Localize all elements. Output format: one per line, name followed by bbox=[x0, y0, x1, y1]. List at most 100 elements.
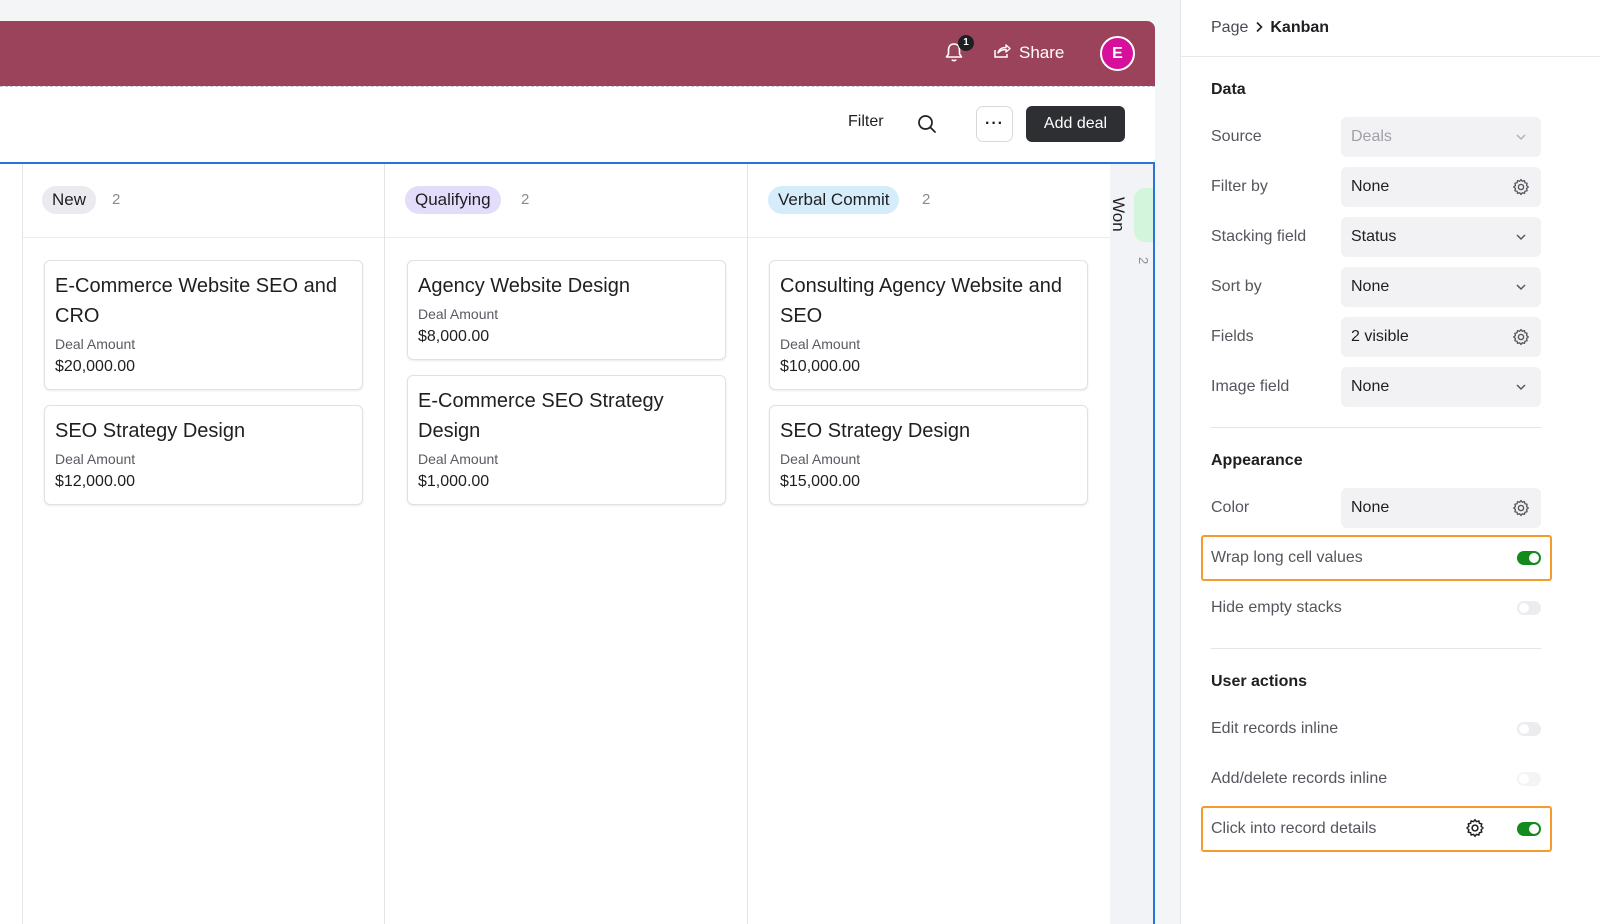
properties-panel: Page Kanban Data Source Deals Filter by … bbox=[1180, 0, 1600, 924]
deal-card[interactable]: SEO Strategy Design Deal Amount $12,000.… bbox=[44, 405, 363, 505]
chevron-down-icon bbox=[1511, 277, 1531, 297]
section-title-user-actions: User actions bbox=[1211, 673, 1308, 690]
chevron-right-icon bbox=[1254, 20, 1264, 36]
card-field-label: Deal Amount bbox=[55, 451, 136, 467]
card-title: Agency Website Design bbox=[418, 275, 630, 297]
stack-label[interactable]: New bbox=[42, 186, 97, 214]
section-divider bbox=[1211, 648, 1541, 649]
kanban-board: New 2 E-Commerce Website SEO and CRO Dea… bbox=[0, 162, 1155, 924]
edit-records-inline-toggle[interactable] bbox=[1517, 722, 1541, 736]
card-field-value: $12,000.00 bbox=[55, 473, 136, 490]
card-field-label: Deal Amount bbox=[418, 451, 499, 467]
card-title: SEO Strategy Design bbox=[55, 420, 246, 442]
interface-canvas: 1 Share E Filter ··· Add deal New 2 E-Co… bbox=[0, 0, 1180, 924]
hide-empty-stacks-label: Hide empty stacks bbox=[1211, 599, 1342, 616]
stack-label-background bbox=[1134, 188, 1153, 242]
stack-count: 2 bbox=[922, 191, 931, 208]
click-into-record-details-toggle[interactable] bbox=[1517, 822, 1541, 836]
image-field-value: None bbox=[1351, 378, 1390, 395]
source-label: Source bbox=[1211, 128, 1262, 145]
card-title: E-Commerce SEO Strategy Design bbox=[418, 390, 664, 442]
fields-label: Fields bbox=[1211, 328, 1254, 345]
stack-count: 2 bbox=[521, 191, 530, 208]
deal-card[interactable]: Consulting Agency Website and SEO Deal A… bbox=[769, 260, 1088, 390]
notification-count-badge: 1 bbox=[958, 35, 974, 51]
stack-count: 2 bbox=[112, 191, 121, 208]
sort-by-label: Sort by bbox=[1211, 278, 1262, 295]
board-left-gutter bbox=[0, 164, 23, 924]
stack-column-new: New 2 E-Commerce Website SEO and CRO Dea… bbox=[23, 164, 385, 924]
filter-by-value: None bbox=[1351, 178, 1390, 195]
more-options-button[interactable]: ··· bbox=[976, 106, 1013, 142]
stack-label-won[interactable]: Won bbox=[1108, 197, 1128, 232]
card-field-value: $20,000.00 bbox=[55, 358, 136, 375]
breadcrumb: Page Kanban bbox=[1181, 0, 1600, 57]
wrap-long-cell-values-label: Wrap long cell values bbox=[1211, 549, 1363, 566]
chevron-down-icon bbox=[1511, 127, 1531, 147]
card-field-label: Deal Amount bbox=[780, 336, 861, 352]
stacking-field-select[interactable]: Status bbox=[1341, 217, 1541, 257]
section-title-data: Data bbox=[1211, 81, 1246, 98]
card-title: E-Commerce Website SEO and CRO bbox=[55, 275, 337, 327]
gear-icon[interactable] bbox=[1511, 498, 1531, 518]
card-title: Consulting Agency Website and SEO bbox=[780, 275, 1063, 327]
breadcrumb-current: Kanban bbox=[1270, 19, 1330, 36]
gear-icon[interactable] bbox=[1465, 818, 1487, 840]
stack-header: Qualifying 2 bbox=[385, 164, 747, 238]
hide-empty-stacks-toggle[interactable] bbox=[1517, 601, 1541, 615]
add-delete-records-inline-toggle[interactable] bbox=[1517, 772, 1541, 786]
image-field-select[interactable]: None bbox=[1341, 367, 1541, 407]
stack-header: New 2 bbox=[23, 164, 384, 238]
stack-label[interactable]: Verbal Commit bbox=[768, 186, 900, 214]
card-field-label: Deal Amount bbox=[55, 336, 136, 352]
sort-by-select[interactable]: None bbox=[1341, 267, 1541, 307]
card-field-value: $8,000.00 bbox=[418, 328, 490, 345]
search-icon[interactable] bbox=[916, 113, 938, 135]
filter-by-select[interactable]: None bbox=[1341, 167, 1541, 207]
deal-card[interactable]: SEO Strategy Design Deal Amount $15,000.… bbox=[769, 405, 1088, 505]
user-avatar[interactable]: E bbox=[1100, 36, 1135, 71]
image-field-label: Image field bbox=[1211, 378, 1290, 395]
filter-by-label: Filter by bbox=[1211, 178, 1268, 195]
section-divider bbox=[1211, 427, 1541, 428]
share-button[interactable]: Share bbox=[993, 41, 1064, 65]
deal-card[interactable]: E-Commerce SEO Strategy Design Deal Amou… bbox=[407, 375, 726, 505]
toolbar-divider bbox=[0, 86, 1155, 87]
stacking-field-label: Stacking field bbox=[1211, 228, 1307, 245]
card-title: SEO Strategy Design bbox=[780, 420, 971, 442]
board-toolbar: Filter ··· Add deal bbox=[0, 86, 1155, 162]
deal-card[interactable]: E-Commerce Website SEO and CRO Deal Amou… bbox=[44, 260, 363, 390]
stack-column-verbal-commit: Verbal Commit 2 Consulting Agency Websit… bbox=[748, 164, 1111, 924]
chevron-down-icon bbox=[1511, 377, 1531, 397]
card-field-value: $10,000.00 bbox=[780, 358, 861, 375]
stacking-field-value: Status bbox=[1351, 228, 1397, 245]
stack-header: Verbal Commit 2 bbox=[748, 164, 1110, 238]
chevron-down-icon bbox=[1511, 227, 1531, 247]
stack-column-qualifying: Qualifying 2 Agency Website Design Deal … bbox=[385, 164, 748, 924]
share-label: Share bbox=[1019, 43, 1065, 62]
edit-records-inline-label: Edit records inline bbox=[1211, 720, 1339, 737]
filter-button[interactable]: Filter bbox=[848, 113, 884, 131]
deal-card[interactable]: Agency Website Design Deal Amount $8,000… bbox=[407, 260, 726, 360]
source-value: Deals bbox=[1351, 128, 1392, 145]
card-field-label: Deal Amount bbox=[780, 451, 861, 467]
fields-select[interactable]: 2 visible bbox=[1341, 317, 1541, 357]
add-deal-button[interactable]: Add deal bbox=[1026, 106, 1125, 142]
click-into-record-details-label: Click into record details bbox=[1211, 820, 1377, 837]
stack-label[interactable]: Qualifying bbox=[405, 186, 501, 214]
card-field-value: $1,000.00 bbox=[418, 473, 490, 490]
breadcrumb-page[interactable]: Page bbox=[1211, 19, 1248, 37]
wrap-long-cell-values-toggle[interactable] bbox=[1517, 551, 1541, 565]
add-delete-records-inline-label: Add/delete records inline bbox=[1211, 770, 1388, 787]
card-field-value: $15,000.00 bbox=[780, 473, 861, 490]
share-icon bbox=[993, 43, 1011, 64]
stack-count-won: 2 bbox=[1136, 257, 1151, 265]
section-title-appearance: Appearance bbox=[1211, 452, 1303, 469]
source-select: Deals bbox=[1341, 117, 1541, 157]
stack-column-won bbox=[1110, 164, 1153, 924]
color-select[interactable]: None bbox=[1341, 488, 1541, 528]
gear-icon[interactable] bbox=[1511, 327, 1531, 347]
card-field-label: Deal Amount bbox=[418, 306, 499, 322]
sort-by-value: None bbox=[1351, 278, 1390, 295]
gear-icon[interactable] bbox=[1511, 177, 1531, 197]
